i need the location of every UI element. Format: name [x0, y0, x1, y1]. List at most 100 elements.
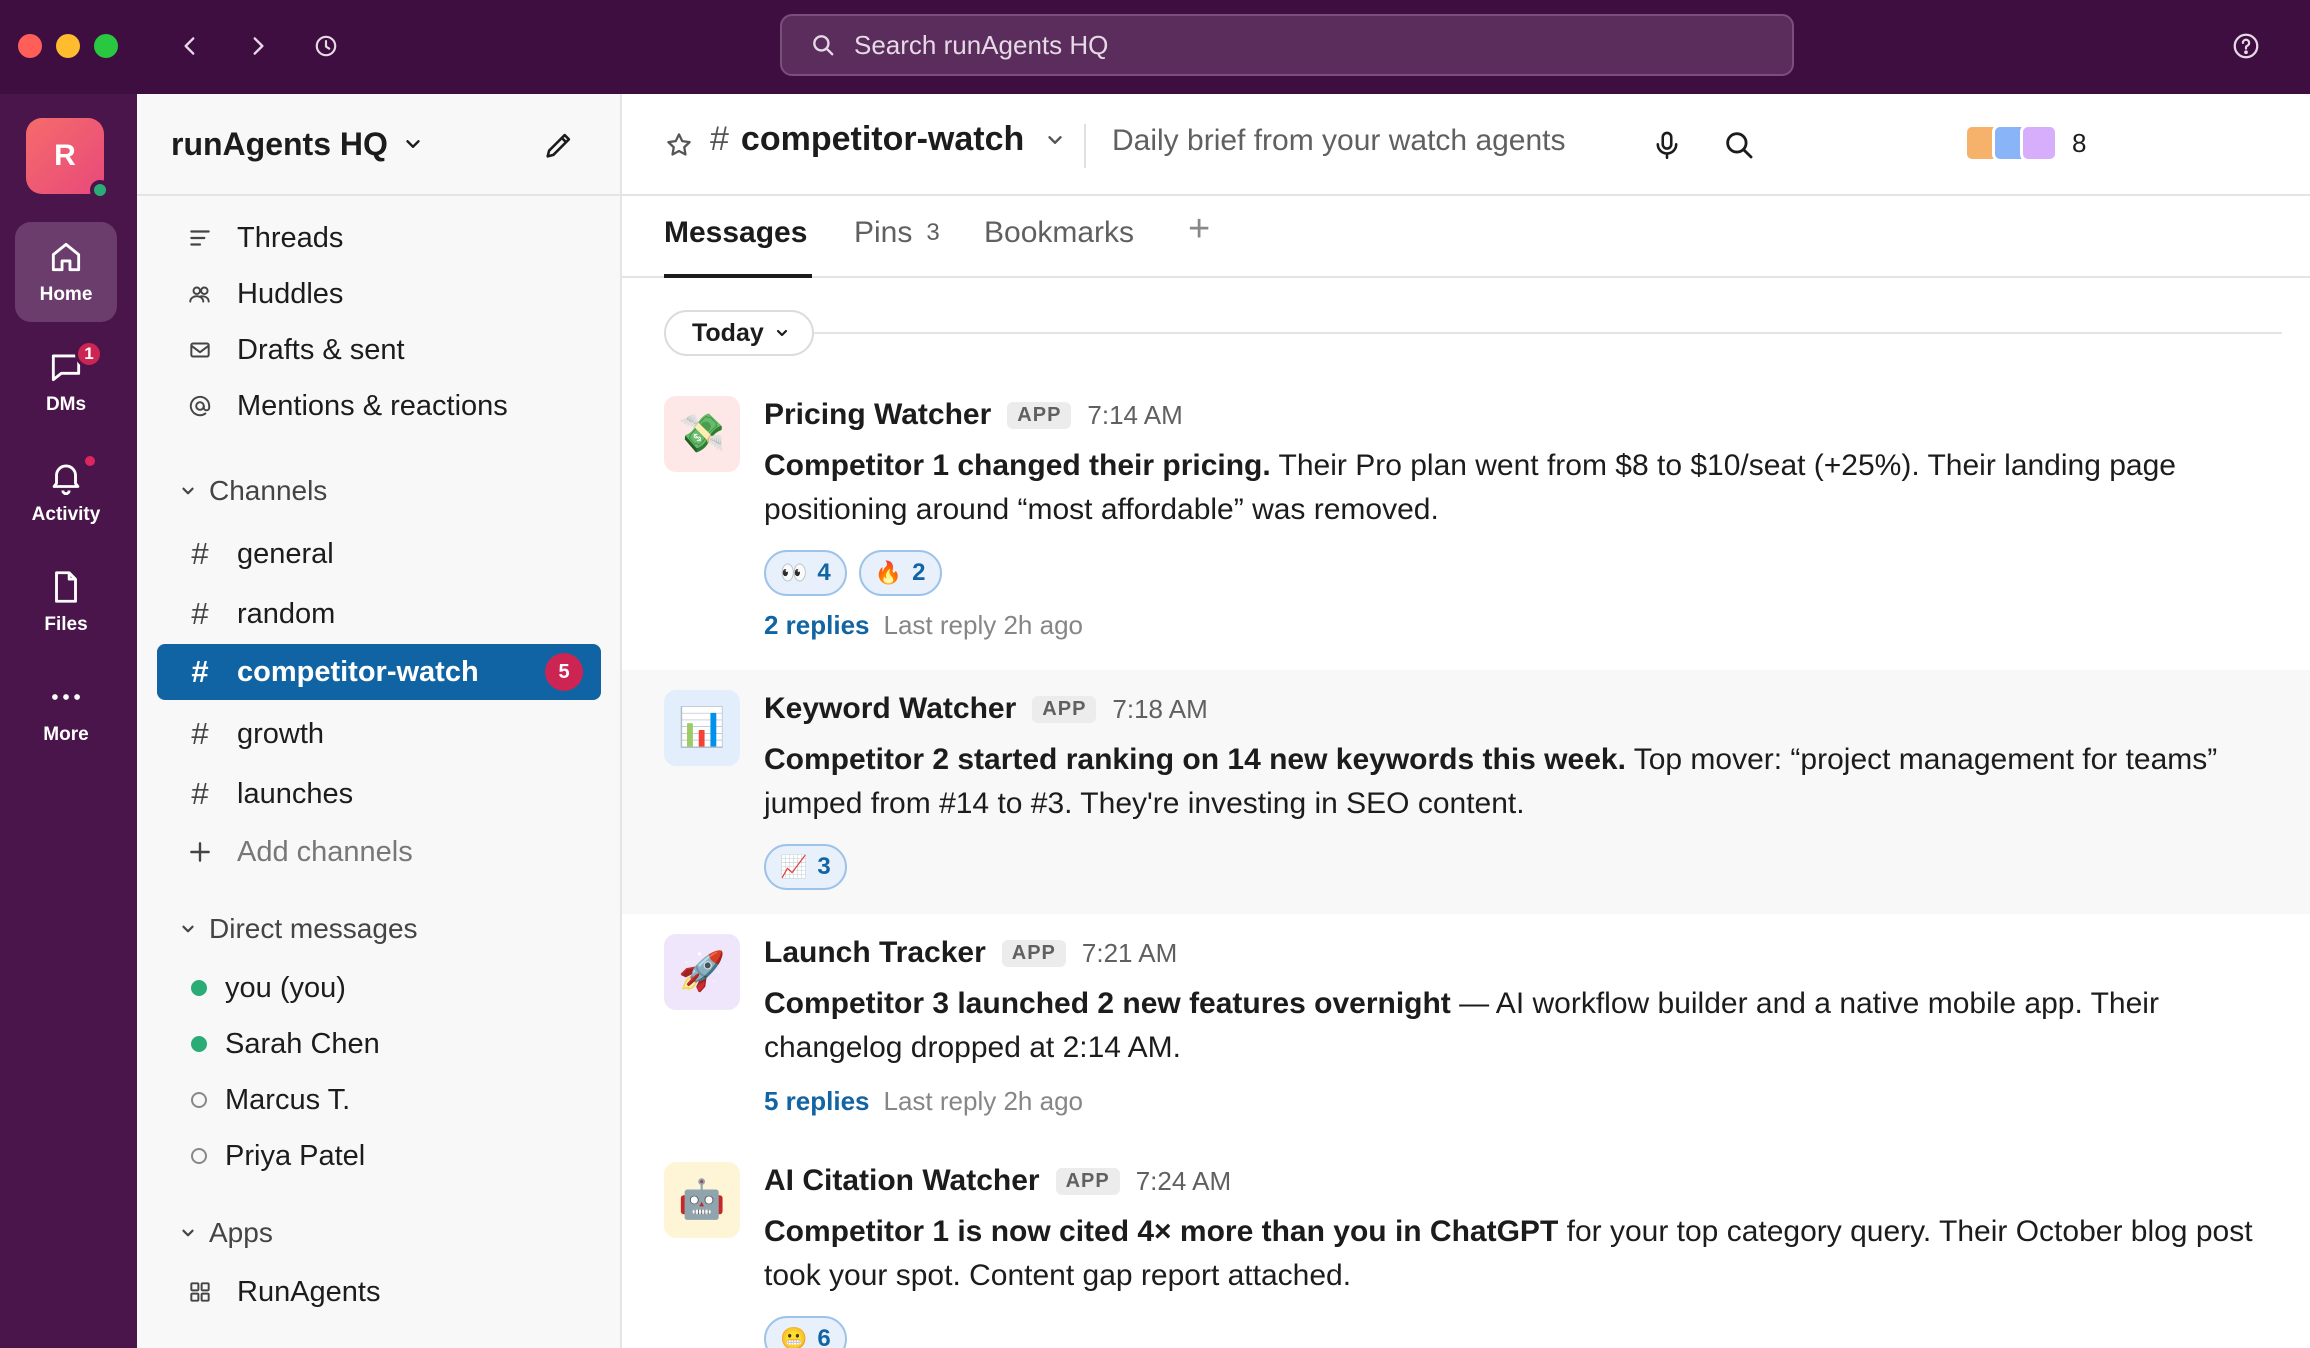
channel-name: competitor-watch — [237, 655, 479, 688]
sidebar-dm-you[interactable]: you (you) — [157, 960, 601, 1016]
close-window-button[interactable] — [18, 34, 42, 58]
history-button[interactable] — [306, 26, 346, 66]
compose-icon[interactable] — [542, 128, 576, 162]
sidebar-channel-launches[interactable]: # launches — [157, 766, 601, 822]
apps-grid-icon — [190, 1282, 210, 1302]
workspace-avatar[interactable]: R — [26, 118, 110, 200]
sidebar-channel-random[interactable]: # random — [157, 586, 601, 642]
plus-icon — [190, 842, 210, 862]
rail-home-label: Home — [39, 284, 93, 305]
back-button[interactable] — [170, 26, 210, 66]
channels-section-toggle[interactable]: Channels — [157, 466, 601, 516]
tab-label: Pins — [854, 216, 913, 249]
sidebar-item-huddles[interactable]: Huddles — [157, 266, 601, 322]
message-item[interactable]: 🤖 AI Citation Watcher APP 7:24 AM Compet… — [622, 1142, 2310, 1348]
help-button[interactable] — [2228, 28, 2264, 64]
message-sender[interactable]: Launch Tracker — [764, 936, 986, 970]
reaction-grimace[interactable]: 😬 6 — [764, 1316, 847, 1348]
message-header: Keyword Watcher APP 7:18 AM — [764, 692, 1208, 726]
channel-tabs: Messages Pins 3 Bookmarks + — [622, 198, 2310, 278]
message-sender[interactable]: AI Citation Watcher — [764, 1164, 1040, 1198]
minimize-window-button[interactable] — [56, 34, 80, 58]
tab-bookmarks[interactable]: Bookmarks — [984, 216, 1134, 250]
reaction-eyes[interactable]: 👀 4 — [764, 550, 847, 596]
search-input[interactable]: Search runAgents HQ — [780, 14, 1794, 76]
sidebar-dm-sarah-chen[interactable]: Sarah Chen — [157, 1016, 601, 1072]
maximize-window-button[interactable] — [94, 34, 118, 58]
message-timestamp[interactable]: 7:24 AM — [1136, 1166, 1231, 1197]
rail-files[interactable]: Files — [15, 552, 117, 652]
sidebar-dm-priya-patel[interactable]: Priya Patel — [157, 1128, 601, 1184]
sidebar-item-drafts[interactable]: Drafts & sent — [157, 322, 601, 378]
message-body: Competitor 3 launched 2 new features ove… — [764, 982, 2284, 1070]
sidebar-channel-growth[interactable]: # growth — [157, 706, 601, 762]
chevron-down-icon — [182, 487, 194, 495]
envelope-icon — [190, 342, 210, 358]
search-icon[interactable] — [1722, 128, 1756, 162]
channel-name-button[interactable]: # competitor-watch — [710, 120, 1066, 159]
reactions-bar: 😬 6 — [764, 1316, 859, 1348]
sidebar-item-mentions[interactable]: Mentions & reactions — [157, 378, 601, 434]
star-icon[interactable] — [664, 130, 694, 160]
channel-topic[interactable]: Daily brief from your watch agents — [1112, 124, 1566, 158]
reaction-chart-increasing[interactable]: 📈 3 — [764, 844, 847, 890]
channel-sidebar: runAgents HQ Threads Huddles Drafts & se… — [137, 94, 622, 1348]
app-tag: APP — [1001, 939, 1066, 967]
message-sender[interactable]: Pricing Watcher — [764, 398, 991, 432]
rail-activity[interactable]: Activity — [15, 442, 117, 542]
bot-avatar[interactable]: 🚀 — [664, 934, 740, 1010]
thread-replies-link[interactable]: 5 replies — [764, 1086, 870, 1117]
channel-name: random — [237, 597, 336, 630]
sidebar-channel-general[interactable]: # general — [157, 526, 601, 582]
sidebar-item-threads[interactable]: Threads — [157, 210, 601, 266]
sidebar-dm-marcus[interactable]: Marcus T. — [157, 1072, 601, 1128]
sidebar-app-runagents[interactable]: RunAgents — [157, 1264, 601, 1320]
sidebar-channel-competitor-watch[interactable]: # competitor-watch 5 — [157, 644, 601, 700]
message-item[interactable]: 🚀 Launch Tracker APP 7:21 AM Competitor … — [622, 914, 2310, 1142]
rail-home[interactable]: Home — [15, 222, 117, 322]
tab-pins[interactable]: Pins 3 — [854, 216, 940, 250]
date-jump-button[interactable]: Today — [664, 310, 814, 356]
dm-name: you (you) — [225, 971, 346, 1004]
channel-name: growth — [237, 717, 325, 750]
channels-section-label: Channels — [209, 475, 328, 506]
app-tag: APP — [1007, 401, 1072, 429]
message-sender[interactable]: Keyword Watcher — [764, 692, 1016, 726]
message-timestamp[interactable]: 7:18 AM — [1112, 694, 1207, 725]
active-tab-indicator — [664, 274, 812, 278]
members-button[interactable]: 8 — [1964, 124, 2086, 162]
forward-button[interactable] — [238, 26, 278, 66]
bot-avatar[interactable]: 📊 — [664, 690, 740, 766]
add-channels-button[interactable]: Add channels — [157, 824, 601, 880]
dm-section-toggle[interactable]: Direct messages — [157, 904, 601, 954]
rail-dms[interactable]: DMs 1 — [15, 332, 117, 432]
reaction-fire[interactable]: 🔥 2 — [858, 550, 942, 596]
add-channels-label: Add channels — [237, 835, 413, 868]
bot-avatar[interactable]: 🤖 — [664, 1162, 740, 1238]
dm-name: Marcus T. — [225, 1083, 351, 1116]
message-timestamp[interactable]: 7:14 AM — [1087, 400, 1182, 431]
message-item[interactable]: 📊 Keyword Watcher APP 7:18 AM Competitor… — [622, 670, 2310, 914]
message-timestamp[interactable]: 7:21 AM — [1082, 938, 1177, 969]
last-reply-time: Last reply 2h ago — [883, 1086, 1083, 1116]
rail-more[interactable]: More — [15, 662, 117, 762]
fire-icon: 🔥 — [874, 560, 903, 585]
dms-unread-badge: 1 — [75, 340, 103, 368]
hash-icon: # — [191, 654, 209, 689]
bot-avatar[interactable]: 💸 — [664, 396, 740, 472]
channel-name: launches — [237, 777, 354, 810]
apps-section-toggle[interactable]: Apps — [157, 1208, 601, 1258]
tab-messages[interactable]: Messages — [664, 216, 807, 250]
workspace-initial: R — [54, 139, 76, 172]
add-tab-button[interactable]: + — [1188, 208, 1210, 251]
sidebar-item-label: Mentions & reactions — [237, 389, 508, 422]
microphone-icon[interactable] — [1650, 128, 1684, 162]
rail-activity-label: Activity — [31, 504, 101, 525]
thread-replies-link[interactable]: 2 replies — [764, 610, 870, 641]
dm-section-label: Direct messages — [209, 913, 418, 944]
rail-files-label: Files — [44, 614, 88, 635]
online-status-dot — [90, 180, 110, 200]
presence-online-dot — [191, 1036, 207, 1052]
sidebar-item-label: Drafts & sent — [237, 333, 405, 366]
at-sign-icon — [189, 395, 211, 417]
